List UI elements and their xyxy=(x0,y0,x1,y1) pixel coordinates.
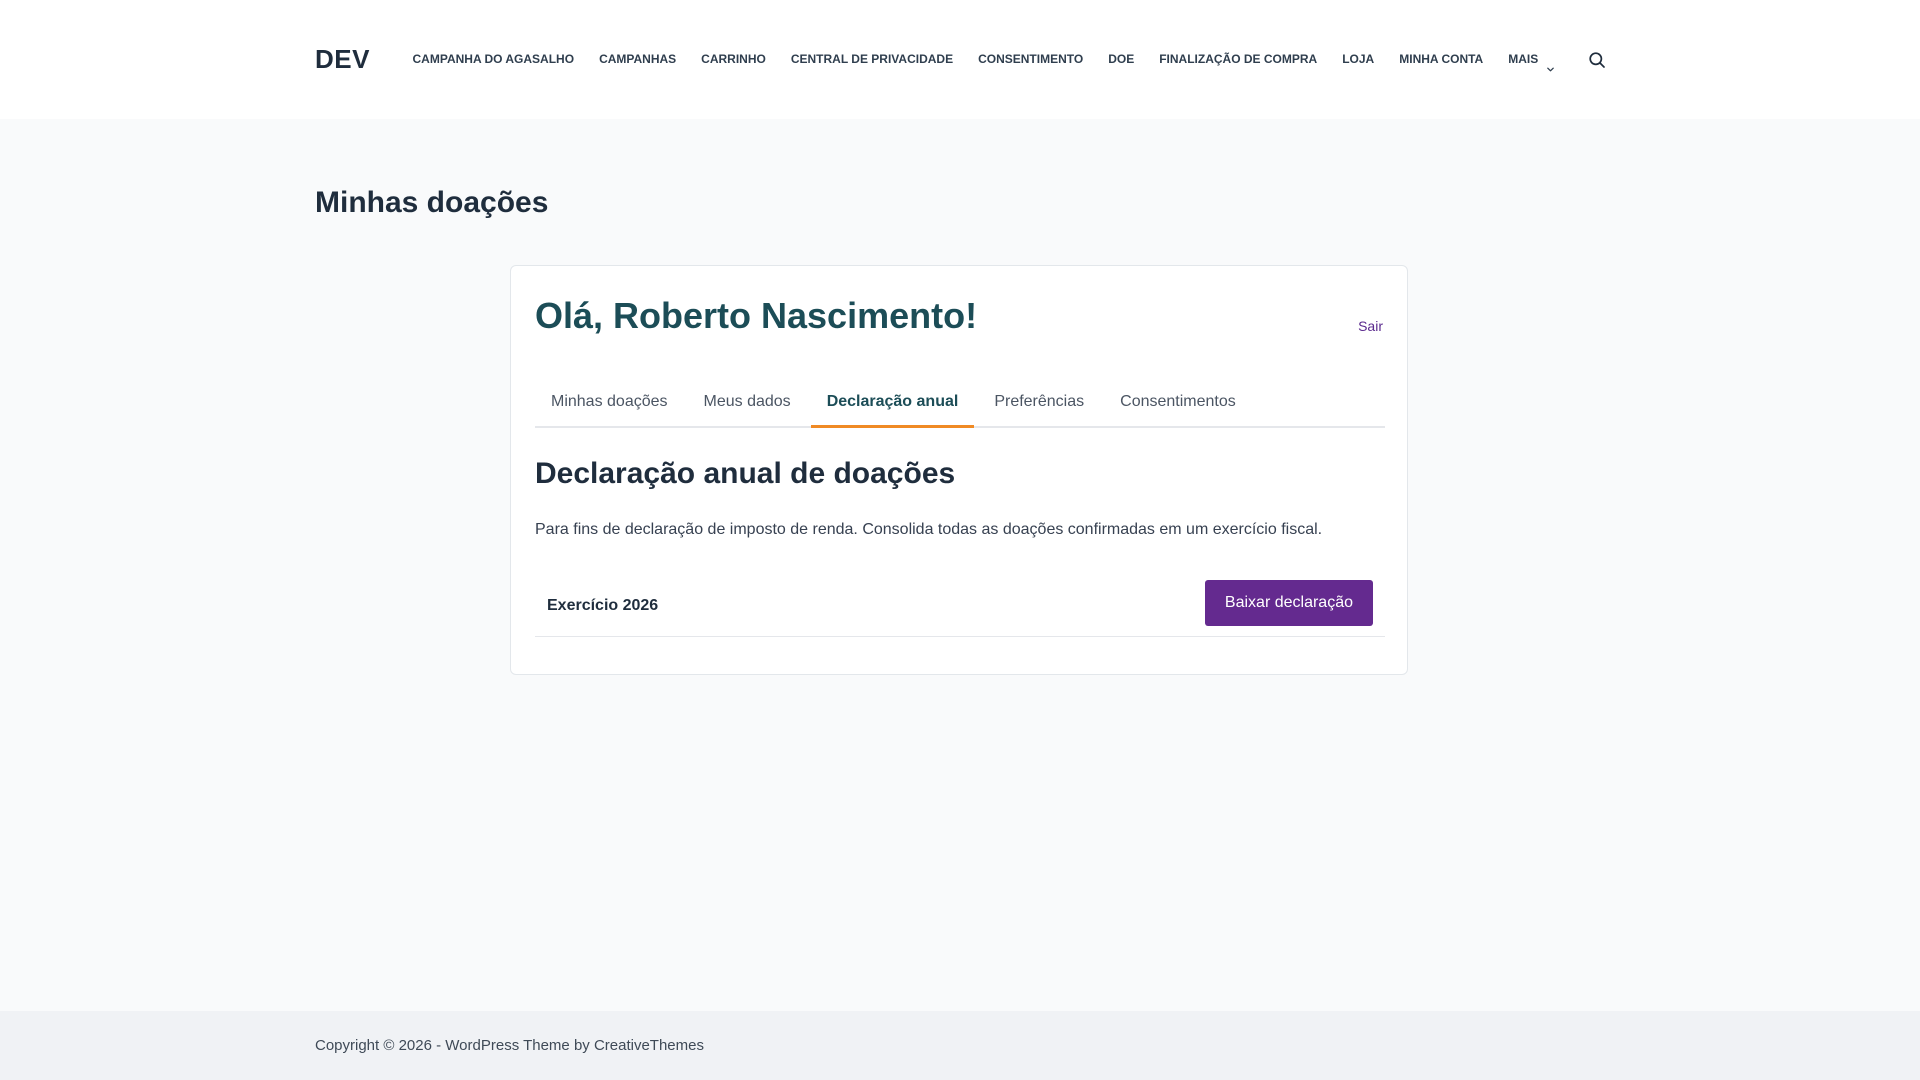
nav-item-central-de-privacidade[interactable]: CENTRAL DE PRIVACIDADE xyxy=(778,44,965,74)
chevron-down-icon xyxy=(1546,55,1555,71)
account-tabs: Minhas doações Meus dados Declaração anu… xyxy=(535,376,1385,428)
tab-preferencias[interactable]: Preferências xyxy=(978,376,1100,426)
nav-item-consentimento[interactable]: CONSENTIMENTO xyxy=(966,44,1096,74)
download-statement-button[interactable]: Baixar declaração xyxy=(1204,580,1373,626)
section-title: Declaração anual de doações xyxy=(535,457,956,490)
nav-item-carrinho[interactable]: CARRINHO xyxy=(689,44,779,74)
tab-meus-dados[interactable]: Meus dados xyxy=(688,376,807,426)
search-icon[interactable] xyxy=(1588,51,1606,69)
nav-item-doe[interactable]: DOE xyxy=(1096,44,1147,74)
nav-item-minha-conta[interactable]: MINHA CONTA xyxy=(1387,44,1496,74)
fiscal-year-label: Exercício 2026 xyxy=(547,597,659,614)
nav-item-mais[interactable]: MAIS xyxy=(1496,44,1568,74)
nav-item-loja[interactable]: LOJA xyxy=(1330,44,1387,74)
site-logo[interactable]: DEV xyxy=(315,43,370,75)
nav-item-mais-label: MAIS xyxy=(1508,52,1539,66)
site-footer: Copyright © 2026 - WordPress Theme by Cr… xyxy=(0,1011,1920,1080)
account-card: Olá, Roberto Nascimento! Sair Minhas doa… xyxy=(510,265,1408,675)
site-header: DEV CAMPANHA DO AGASALHO CAMPANHAS CARRI… xyxy=(0,0,1920,119)
tab-declaracao-anual[interactable]: Declaração anual xyxy=(810,376,975,428)
section-description: Para fins de declaração de imposto de re… xyxy=(535,521,1323,538)
nav-item-finalizacao-de-compra[interactable]: FINALIZAÇÃO DE COMPRA xyxy=(1147,44,1330,74)
greeting-heading: Olá, Roberto Nascimento! xyxy=(535,295,978,336)
main-nav: CAMPANHA DO AGASALHO CAMPANHAS CARRINHO … xyxy=(400,44,1568,74)
copyright-text: Copyright © 2026 - WordPress Theme by Cr… xyxy=(315,1037,704,1054)
tab-minhas-doacoes[interactable]: Minhas doações xyxy=(535,376,684,426)
page-title: Minhas doações xyxy=(315,186,549,219)
fiscal-year-row: Exercício 2026 Baixar declaração xyxy=(535,575,1385,637)
logout-link[interactable]: Sair xyxy=(1358,317,1383,335)
tab-consentimentos[interactable]: Consentimentos xyxy=(1104,376,1252,426)
nav-item-campanha-do-agasalho[interactable]: CAMPANHA DO AGASALHO xyxy=(400,44,587,74)
nav-item-campanhas[interactable]: CAMPANHAS xyxy=(587,44,689,74)
